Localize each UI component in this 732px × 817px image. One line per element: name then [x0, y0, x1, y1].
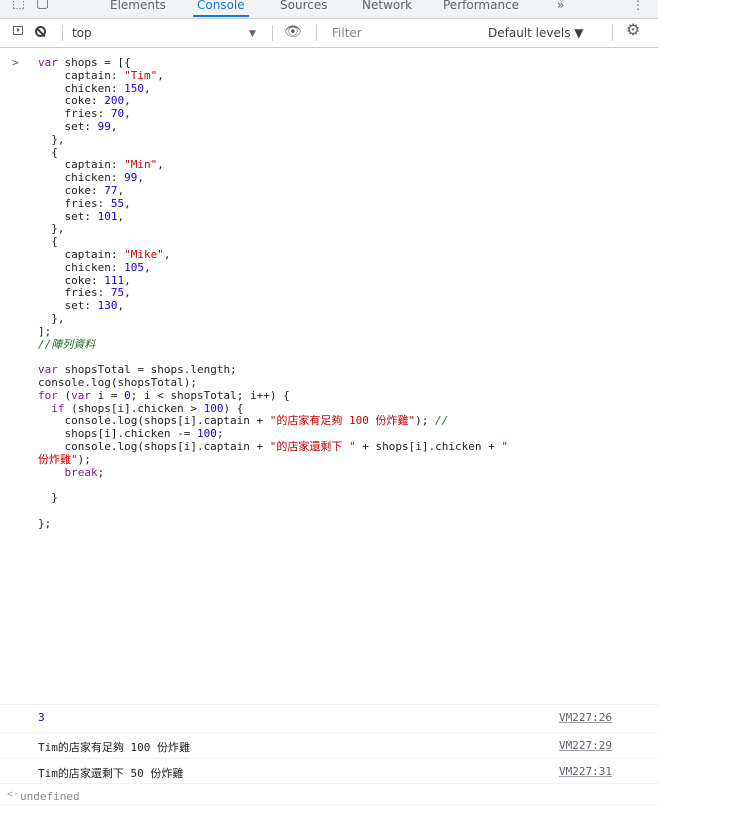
console-log-row: Tim的店家還剩下 50 份炸雞 VM227:31: [0, 758, 658, 780]
console-toolbar: top ▼ 👁 Filter Default levels ▼ ⚙: [0, 19, 658, 48]
toolbar-divider: [62, 25, 63, 41]
return-arrow-icon: <·: [7, 789, 20, 800]
device-toolbar-icon[interactable]: ▢: [36, 0, 49, 11]
toolbar-divider: [316, 25, 317, 41]
inspect-element-icon[interactable]: ⬚: [12, 0, 25, 11]
log-message: Tim的店家還剩下 50 份炸雞: [38, 767, 184, 780]
more-tabs-button[interactable]: »: [557, 0, 564, 12]
log-source-link[interactable]: VM227:31: [559, 765, 612, 778]
toolbar-divider: [612, 25, 613, 41]
toolbar-divider: [272, 25, 273, 41]
tab-sources[interactable]: Sources: [280, 0, 327, 12]
console-log-row: 3 VM227:26: [0, 704, 658, 726]
tab-elements[interactable]: Elements: [110, 0, 166, 12]
log-message: Tim的店家有足夠 100 份炸雞: [38, 741, 190, 754]
sidebar-toggle-icon[interactable]: [13, 26, 23, 35]
devtools-tab-bar: ⬚ ▢ Elements Console Sources Network Per…: [0, 0, 658, 19]
context-dropdown-arrow-icon[interactable]: ▼: [249, 26, 256, 42]
log-message: 3: [38, 711, 45, 724]
devtools-window: ⬚ ▢ Elements Console Sources Network Per…: [0, 0, 658, 817]
console-return-row: <· undefined: [0, 783, 658, 805]
log-levels-dropdown[interactable]: Default levels ▼: [488, 26, 584, 40]
settings-gear-icon[interactable]: ⚙: [626, 22, 640, 38]
log-source-link[interactable]: VM227:29: [559, 739, 612, 752]
console-input-entry: > var shops = [{ captain: "Tim", chicken…: [0, 56, 658, 702]
tab-console[interactable]: Console: [193, 0, 249, 17]
return-value: undefined: [20, 790, 80, 803]
clear-console-icon[interactable]: [35, 26, 46, 37]
eye-icon[interactable]: 👁: [284, 24, 302, 40]
tab-performance[interactable]: Performance: [443, 0, 519, 12]
log-source-link[interactable]: VM227:26: [559, 711, 612, 724]
filter-input[interactable]: Filter: [332, 26, 362, 40]
console-input-code[interactable]: var shops = [{ captain: "Tim", chicken: …: [38, 56, 508, 530]
console-log-row: Tim的店家有足夠 100 份炸雞 VM227:29: [0, 732, 658, 754]
context-selector[interactable]: top: [72, 26, 92, 40]
input-prompt-icon: >: [12, 56, 19, 69]
tab-network[interactable]: Network: [362, 0, 412, 12]
devtools-menu-icon[interactable]: ⋮: [632, 0, 644, 12]
